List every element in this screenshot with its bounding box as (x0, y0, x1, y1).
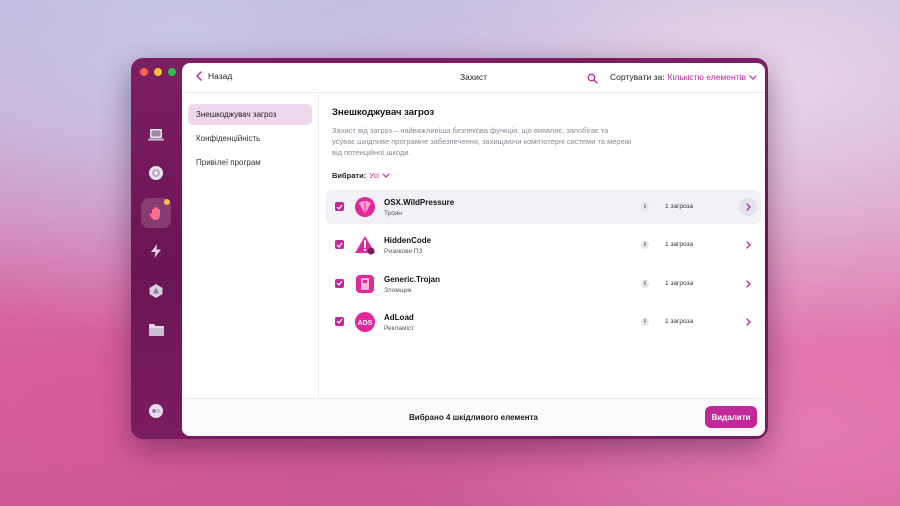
checkmark-icon (336, 242, 343, 248)
back-label: Назад (208, 71, 233, 81)
chevron-down-icon (749, 74, 757, 80)
threat-checkbox[interactable] (335, 202, 344, 211)
apps-icon (149, 284, 163, 298)
threat-row[interactable]: ADS AdLoad Рекламіст i 1 загроза (326, 305, 761, 339)
threat-checkbox[interactable] (335, 240, 344, 250)
search-button[interactable] (587, 71, 598, 89)
back-button[interactable]: Назад (196, 71, 232, 81)
threat-type: Зломщик (384, 286, 412, 294)
app-window: Назад Захист Сортувати за: Кількістю еле… (131, 58, 768, 439)
app-rail (131, 58, 181, 439)
rail-item-speed[interactable] (141, 236, 171, 266)
hand-icon (149, 207, 160, 220)
assistant-icon (149, 404, 163, 418)
threat-row[interactable]: Generic.Trojan Зломщик i 1 загроза (326, 267, 761, 301)
threat-checkbox[interactable] (335, 316, 344, 326)
filter-value: Усі (369, 171, 379, 180)
chevron-right-icon (745, 241, 751, 249)
risky-software-icon (355, 236, 375, 255)
threat-type: Ризикове ПЗ (384, 248, 423, 256)
sidebar-item-label: Привілеї програм (196, 158, 261, 167)
toolbar: Назад Захист Сортувати за: Кількістю еле… (182, 63, 765, 93)
threat-name: HiddenCode (384, 236, 432, 246)
remove-button[interactable]: Видалити (705, 406, 757, 428)
rail-item-files[interactable] (141, 315, 171, 345)
threat-checkbox[interactable] (335, 278, 344, 288)
ads-icon: ADS (355, 311, 375, 332)
threat-name: OSX.WildPressure (384, 198, 455, 207)
section-description: Захист від загроз – найважливіша безпеко… (332, 126, 632, 157)
bolt-icon (151, 244, 161, 258)
rail-item-protection[interactable] (141, 198, 171, 228)
open-details-button[interactable] (739, 275, 757, 293)
folder-icon (148, 324, 164, 336)
open-details-button[interactable] (739, 313, 757, 331)
rail-item-privacy[interactable] (141, 158, 171, 188)
threat-list: OSX.WildPressure Троян i 1 загроза Hidde… (326, 190, 761, 343)
filter-label: Вибрати: (332, 171, 367, 180)
rail-item-assistant[interactable] (141, 396, 171, 426)
sort-control[interactable]: Сортувати за: Кількістю елементів (610, 72, 757, 82)
action-bar: Вибрано 4 шкідливого елемента Видалити (182, 398, 765, 436)
main-panel: Назад Захист Сортувати за: Кількістю еле… (182, 63, 765, 436)
trojan-icon (355, 197, 375, 217)
rail-item-cleanup[interactable] (141, 120, 171, 150)
sort-value: Кількістю елементів (667, 72, 746, 82)
sidebar-item-app-permissions[interactable]: Привілеї програм (188, 152, 312, 173)
threat-count: 1 загроза (665, 279, 694, 287)
info-icon[interactable]: i (641, 279, 649, 288)
threat-type: Троян (384, 210, 402, 217)
sidebar: Знешкоджувач загроз Конфіденційність При… (182, 94, 319, 398)
threat-count: 1 загроза (665, 317, 694, 325)
chevron-left-icon (196, 71, 202, 81)
threat-row[interactable]: OSX.WildPressure Троян i 1 загроза (326, 190, 761, 224)
threat-name: Generic.Trojan (384, 274, 441, 284)
chevron-down-icon (382, 173, 390, 178)
sort-label: Сортувати за: (609, 72, 665, 82)
svg-text:ADS: ADS (358, 320, 373, 327)
threat-type: Рекламіст (384, 324, 415, 332)
chevron-right-icon (745, 203, 751, 211)
open-details-button[interactable] (739, 198, 757, 216)
search-icon (587, 73, 598, 84)
sidebar-item-label: Конфіденційність (196, 134, 261, 143)
checkmark-icon (336, 204, 343, 210)
threat-row[interactable]: HiddenCode Ризикове ПЗ i 1 загроза (326, 228, 761, 262)
info-icon[interactable]: i (641, 203, 649, 211)
selection-status: Вибрано 4 шкідливого елемента (409, 413, 538, 422)
rail-item-applications[interactable] (141, 276, 171, 306)
threat-count: 1 загроза (665, 203, 694, 210)
select-filter[interactable]: Вибрати: Усі (332, 171, 753, 180)
info-icon[interactable]: i (641, 317, 649, 326)
notification-badge (164, 199, 170, 205)
threat-name: AdLoad (384, 312, 414, 322)
info-icon[interactable]: i (641, 241, 649, 250)
open-details-button[interactable] (739, 236, 757, 254)
laptop-icon (148, 129, 164, 141)
hacker-tool-icon (356, 274, 374, 293)
chevron-right-icon (745, 318, 751, 326)
checkmark-icon (336, 319, 343, 325)
threat-count: 1 загроза (665, 241, 694, 249)
content-area: Знешкоджувач загроз Захист від загроз – … (320, 94, 765, 398)
sidebar-item-privacy[interactable]: Конфіденційність (188, 128, 312, 149)
sidebar-item-threat-removal[interactable]: Знешкоджувач загроз (188, 104, 312, 125)
chevron-right-icon (745, 279, 751, 288)
globe-icon (149, 166, 163, 180)
checkmark-icon (336, 280, 343, 287)
section-title: Знешкоджувач загроз (332, 107, 435, 118)
sidebar-item-label: Знешкоджувач загроз (196, 110, 277, 119)
